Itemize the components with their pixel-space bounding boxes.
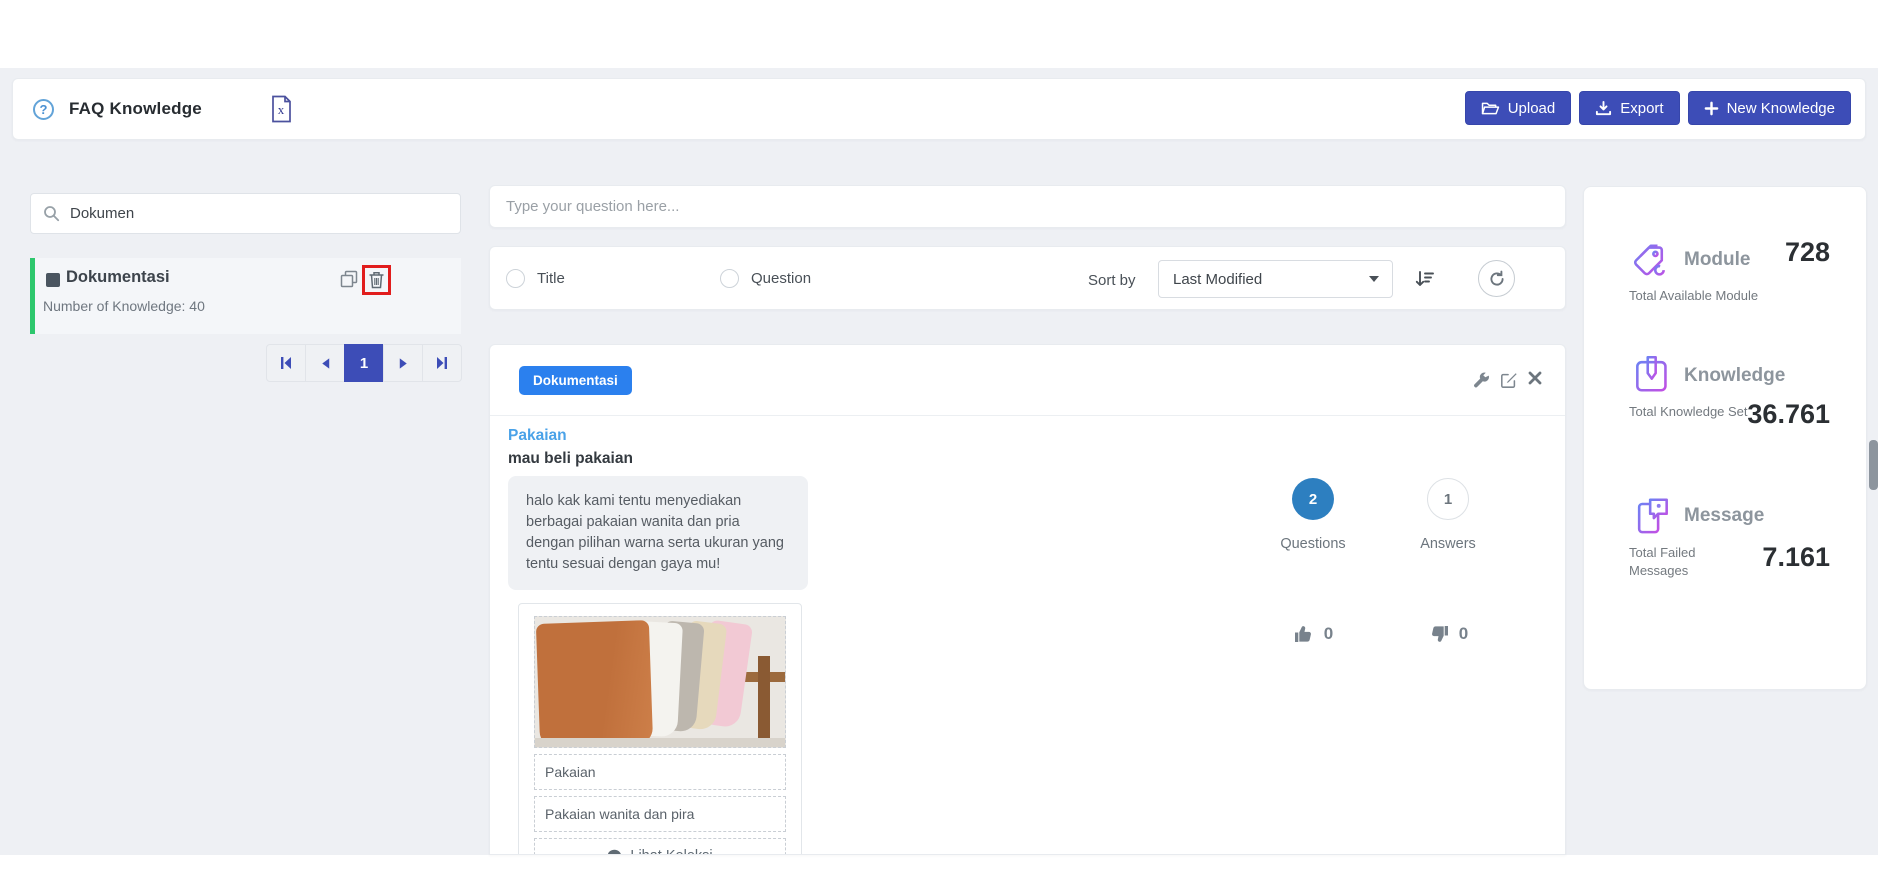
like-count: 0 [1324,624,1333,644]
sort-dropdown-value: Last Modified [1173,271,1262,288]
question-input[interactable] [506,198,1549,215]
excel-file-icon[interactable]: x [270,95,293,123]
dislike-button[interactable]: 0 [1393,624,1503,644]
help-icon[interactable]: ? [33,99,54,120]
knowledge-card: Dokumentasi Pakaian mau beli pakaian hal… [489,344,1566,855]
product-title-row: Pakaian [534,754,786,790]
delete-icon-annotated[interactable] [362,265,391,295]
thumbs-up-icon [1293,624,1315,644]
knowledge-journal-icon [1630,353,1674,397]
chevron-down-icon [1369,276,1379,282]
thumbs-down-icon [1428,624,1450,644]
search-icon [43,205,60,222]
module-square-icon [46,273,60,287]
module-list-item[interactable]: Dokumentasi Number of Knowledge: 40 [30,258,461,334]
knowledge-title-link[interactable]: Pakaian [508,427,567,445]
module-stat-label: Module [1684,249,1751,271]
questions-count-circle: 2 [1292,478,1334,520]
knowledge-stat-label: Knowledge [1684,365,1785,387]
message-stat-label: Message [1684,505,1764,527]
answer-bubble: halo kak kami tentu menyediakan berbagai… [508,476,808,590]
question-search-bar [489,185,1566,228]
like-button[interactable]: 0 [1258,624,1368,644]
stats-panel: Module 728 Total Available Module Knowle… [1583,186,1867,690]
refresh-button[interactable] [1478,260,1515,297]
module-tags-icon [1630,239,1674,283]
wrench-icon[interactable] [1472,371,1490,389]
product-subtitle-row: Pakaian wanita dan pira [534,796,786,832]
answers-count-circle: 1 [1427,478,1469,520]
product-cta-label: Lihat Koleksi [630,848,712,855]
sort-dropdown[interactable]: Last Modified [1158,260,1393,298]
faq-knowledge-page: ? FAQ Knowledge x Upload [0,0,1878,883]
answers-stat: 1 Answers [1393,478,1503,552]
search-input[interactable] [70,205,430,222]
knowledge-question: mau beli pakaian [508,450,633,468]
close-icon[interactable] [1528,371,1542,385]
radio-question[interactable]: Question [720,269,811,288]
export-button-label: Export [1620,100,1663,117]
product-image [534,616,786,748]
module-stat-value: 728 [1785,237,1830,268]
pagination-first-button[interactable] [266,344,306,382]
knowledge-stat-value: 36.761 [1747,399,1830,430]
module-search [30,193,461,234]
product-card: Pakaian Pakaian wanita dan pira Lihat Ko… [518,603,802,855]
sort-order-icon[interactable] [1414,269,1434,289]
folder-open-icon [1481,101,1500,116]
message-phone-icon [1630,493,1674,537]
module-item-subtitle: Number of Knowledge: 40 [43,298,205,314]
product-cta-button[interactable]: Lihat Koleksi [534,838,786,855]
radio-question-circle[interactable] [720,269,739,288]
new-knowledge-button-label: New Knowledge [1727,100,1835,117]
pagination-last-button[interactable] [422,344,462,382]
pagination-prev-button[interactable] [305,344,345,382]
page-title: FAQ Knowledge [69,99,202,119]
radio-title[interactable]: Title [506,269,565,288]
knowledge-stat-sub: Total Knowledge Set [1629,403,1749,421]
radio-title-label: Title [537,270,565,287]
questions-stat: 2 Questions [1258,478,1368,552]
radio-title-circle[interactable] [506,269,525,288]
radio-question-label: Question [751,270,811,287]
svg-text:x: x [278,102,285,117]
new-knowledge-button[interactable]: New Knowledge [1688,91,1851,125]
card-divider [490,415,1565,416]
sort-by-label: Sort by [1088,272,1136,289]
module-item-title: Dokumentasi [66,268,170,287]
module-pagination: 1 [266,344,462,382]
questions-label: Questions [1258,536,1368,552]
page-header: ? FAQ Knowledge x Upload [12,78,1866,140]
upload-button[interactable]: Upload [1465,91,1572,125]
message-stat-sub: Total Failed Messages [1629,544,1749,579]
answers-label: Answers [1393,536,1503,552]
scrollbar-thumb[interactable] [1869,440,1878,490]
download-icon [1595,100,1612,117]
dislike-count: 0 [1459,624,1468,644]
knowledge-badge: Dokumentasi [519,366,632,395]
upload-button-label: Upload [1508,100,1556,117]
module-stat-sub: Total Available Module [1629,287,1829,305]
chat-bubble-icon [607,849,622,855]
plus-icon [1704,101,1719,116]
copy-icon[interactable] [340,270,358,288]
export-button[interactable]: Export [1579,91,1679,125]
message-stat-value: 7.161 [1762,542,1830,573]
pagination-next-button[interactable] [383,344,423,382]
pagination-page-1[interactable]: 1 [344,344,384,382]
filter-bar: Title Question Sort by Last Modified [489,246,1566,310]
edit-icon[interactable] [1500,371,1518,389]
